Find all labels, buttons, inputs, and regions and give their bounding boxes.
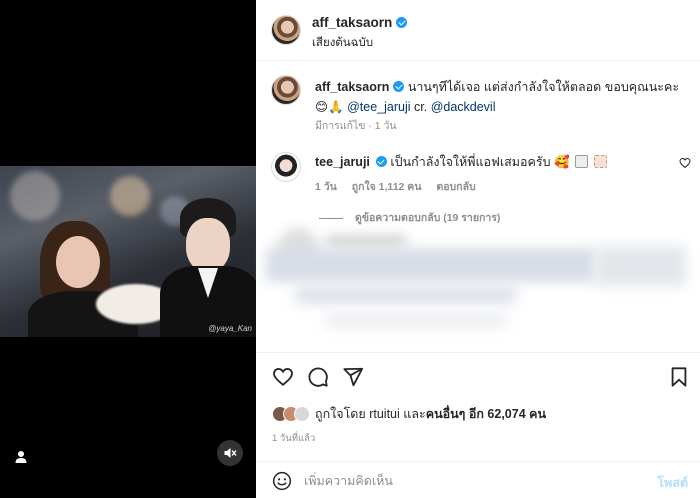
caption-username[interactable]: aff_taksaorn [315, 80, 389, 94]
comment-likes[interactable]: ถูกใจ 1,112 คน [352, 181, 422, 193]
blurred-comments [266, 228, 696, 346]
mute-button[interactable] [217, 440, 243, 466]
post-sidebar: aff_taksaorn เสียงต้นฉบับ aff_taksaorn น… [256, 0, 700, 498]
speaker-muted-icon [224, 448, 237, 458]
comment-input[interactable] [304, 470, 634, 492]
man-face [186, 218, 230, 272]
mention-link[interactable]: @tee_jaruji [347, 100, 410, 114]
header-username[interactable]: aff_taksaorn [312, 15, 408, 30]
likes-and: และ [403, 407, 426, 421]
sticker-icon [593, 155, 607, 168]
woman-face [56, 236, 100, 288]
post-media[interactable]: @yaya_Kan [0, 0, 256, 498]
liker-username[interactable]: rtuitui [369, 407, 400, 421]
post-header: aff_taksaorn เสียงต้นฉบับ [256, 0, 700, 61]
caption-meta: มีการแก้ไข · 1 วัน [315, 120, 397, 132]
user-tag-icon[interactable] [13, 449, 29, 465]
audio-label[interactable]: เสียงต้นฉบับ [312, 34, 373, 52]
avatar[interactable] [271, 75, 301, 105]
view-replies-button[interactable]: ดูข้อความตอบกลับ (19 รายการ) [319, 209, 500, 226]
post-timestamp[interactable]: 1 วันที่แล้ว [272, 431, 315, 446]
avatar[interactable] [271, 15, 301, 45]
likes-others[interactable]: คนอื่นๆ อีก 62,074 คน [426, 407, 546, 421]
comment-like-icon[interactable] [679, 157, 691, 169]
comment-time: 1 วัน [315, 181, 337, 193]
caption-text: aff_taksaorn นานๆทีได้เจอ แต่ส่งกำลังใจใ… [315, 77, 685, 117]
username-text[interactable]: aff_taksaorn [312, 15, 392, 30]
verified-badge-icon [393, 81, 405, 92]
comment-username[interactable]: tee_jaruji [315, 155, 370, 169]
avatar[interactable] [271, 152, 301, 182]
post-comment-button[interactable]: โพสต์ [657, 473, 688, 493]
comment-emoji: 🥰 [554, 155, 570, 169]
verified-badge-icon [375, 156, 387, 167]
post-photo[interactable]: @yaya_Kan [0, 166, 256, 337]
likes-prefix: ถูกใจโดย [315, 407, 366, 421]
reply-button[interactable]: ตอบกลับ [436, 181, 475, 193]
liker-avatar [294, 406, 310, 422]
share-plane-icon[interactable] [342, 366, 364, 388]
comment-body: เป็นกำลังใจให้พี่แอฟเสมอครับ [390, 155, 551, 169]
mention-link[interactable]: @dackdevil [431, 100, 496, 114]
credit-text: cr. [414, 100, 428, 114]
like-heart-icon[interactable] [272, 366, 294, 388]
comment-text: tee_jaruji เป็นกำลังใจให้พี่แอฟเสมอครับ … [315, 152, 607, 172]
bokeh-light [10, 171, 60, 221]
bookmark-icon[interactable] [668, 366, 690, 388]
comment-meta: 1 วัน ถูกใจ 1,112 คน ตอบกลับ [315, 178, 488, 195]
caption-emojis: 😊🙏 [315, 100, 344, 114]
photo-watermark: @yaya_Kan [208, 324, 252, 333]
add-comment-bar: โพสต์ [256, 461, 700, 498]
likes-summary: ถูกใจโดย rtuitui และคนอื่นๆ อีก 62,074 ค… [272, 404, 546, 424]
gif-sticker-icon [575, 155, 589, 168]
post-actions: ถูกใจโดย rtuitui และคนอื่นๆ อีก 62,074 ค… [256, 352, 700, 447]
bokeh-light [110, 176, 150, 216]
caption-body: นานๆทีได้เจอ แต่ส่งกำลังใจให้ตลอด ขอบคุณ… [407, 80, 680, 94]
comment-bubble-icon[interactable] [307, 366, 329, 388]
verified-badge-icon [396, 17, 408, 28]
emoji-picker-icon[interactable] [272, 471, 292, 491]
likes-text: ถูกใจโดย rtuitui และคนอื่นๆ อีก 62,074 ค… [315, 404, 546, 424]
